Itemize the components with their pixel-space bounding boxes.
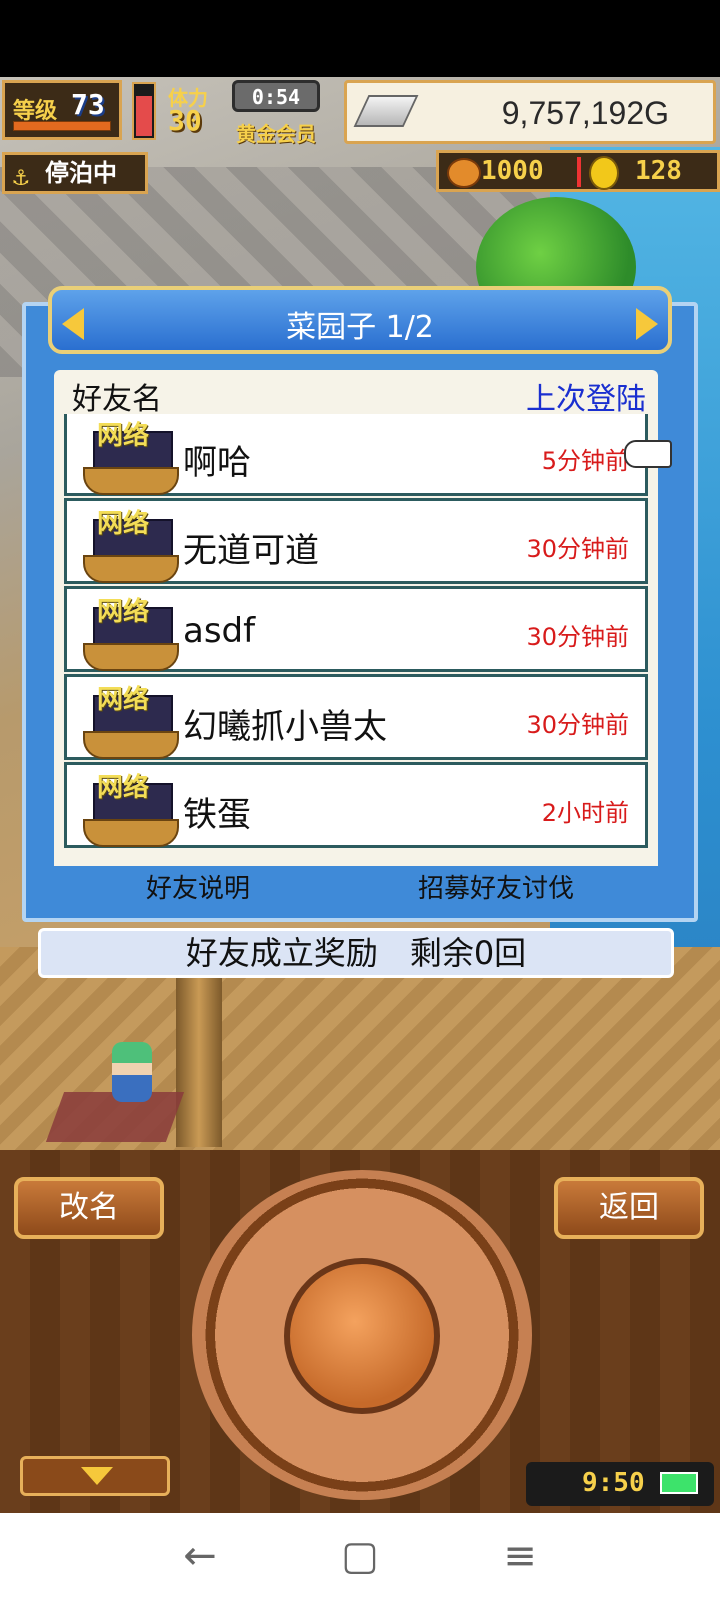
network-badge: 网络 [97, 509, 150, 539]
stamina-gauge-fill [136, 96, 152, 136]
exp-bar [13, 121, 111, 131]
ship-icon: 网络 [79, 415, 179, 495]
friend-name: 幻曦抓小兽太 [183, 707, 387, 747]
nav-menu-icon[interactable]: ≡ [490, 1531, 550, 1581]
friend-list-header: 好友名 上次登陆 [54, 370, 658, 417]
friend-row[interactable]: 网络 无道可道 30分钟前 [64, 498, 648, 584]
ship-mast [176, 957, 222, 1147]
dialog-title: 菜园子 1/2 [286, 310, 434, 345]
network-badge: 网络 [97, 773, 150, 803]
coin-icon [589, 156, 619, 190]
money-amount: 9,757,192G [501, 95, 669, 131]
friend-row[interactable]: 网络 铁蛋 2小时前 [64, 762, 648, 848]
wood-amount: 1000 [481, 156, 544, 186]
back-button[interactable]: 返回 [554, 1177, 704, 1239]
friend-last-login: 5分钟前 [541, 447, 629, 475]
friend-row[interactable]: 网络 啊哈 5分钟前 [64, 414, 648, 496]
friend-row[interactable]: 网络 asdf 30分钟前 [64, 586, 648, 672]
dpad-center-button[interactable] [284, 1258, 440, 1414]
ship-icon: 网络 [79, 591, 179, 671]
resources-box: 1000 128 [436, 150, 720, 192]
ship-icon: 网络 [79, 679, 179, 759]
level-box: 等级 73 [2, 80, 122, 140]
nav-home-icon[interactable]: ▢ [330, 1531, 390, 1581]
level-value: 73 [71, 88, 105, 121]
friend-name: 啊哈 [183, 443, 251, 483]
stamina-timer: 0:54 [232, 80, 320, 112]
rename-button[interactable]: 改名 [14, 1177, 164, 1239]
column-last-login: 上次登陆 [526, 382, 646, 417]
scroll-down-button[interactable] [20, 1456, 170, 1496]
friend-last-login: 30分钟前 [526, 623, 629, 651]
friend-name: 铁蛋 [183, 795, 251, 835]
friend-reward-bar: 好友成立奖励 剩余0回 [38, 928, 674, 978]
friend-name: asdf [183, 611, 256, 651]
recruit-friends-button[interactable]: 招募好友讨伐 [418, 868, 574, 905]
wood-icon [447, 158, 481, 188]
column-friend-name: 好友名 [72, 382, 162, 417]
resource-divider [577, 157, 581, 187]
battery-icon [660, 1472, 698, 1494]
stamina-value: 30 [168, 104, 202, 137]
money-box: 9,757,192G [344, 80, 716, 144]
network-badge: 网络 [97, 685, 150, 715]
friend-row[interactable]: 网络 幻曦抓小兽太 30分钟前 [64, 674, 648, 760]
network-badge: 网络 [97, 421, 150, 451]
system-nav-bar: ← ▢ ≡ [0, 1513, 720, 1600]
anchor-icon: ⚓ [13, 162, 29, 192]
ship-icon: 网络 [79, 503, 179, 583]
status-bar-top [0, 0, 720, 77]
coin-amount: 128 [635, 156, 682, 186]
ship-icon: 网络 [79, 767, 179, 847]
friend-name: 无道可道 [183, 531, 319, 571]
network-badge: 网络 [97, 597, 150, 627]
membership-label: 黄金会员 [236, 122, 316, 146]
silver-bar-icon [353, 95, 419, 127]
stamina-gauge [132, 82, 156, 140]
dialog-banner: 菜园子 1/2 [48, 286, 672, 354]
friend-last-login: 30分钟前 [526, 535, 629, 563]
pointer-hand-icon [624, 440, 672, 468]
friend-list: 网络 啊哈 5分钟前 网络 无道可道 30分钟前 网络 asdf 30分钟前 网… [54, 414, 658, 866]
friend-last-login: 2小时前 [541, 799, 629, 827]
dock-status-label: 停泊中 [45, 159, 117, 187]
dock-status: ⚓ 停泊中 [2, 152, 148, 194]
sailor-character [112, 1042, 152, 1102]
game-clock: 9:50 [526, 1462, 714, 1506]
friend-last-login: 30分钟前 [526, 711, 629, 739]
friend-explanation-button[interactable]: 好友说明 [146, 868, 250, 905]
down-arrow-icon [81, 1467, 113, 1485]
nav-back-icon[interactable]: ← [170, 1531, 230, 1581]
clock-time: 9:50 [582, 1468, 645, 1498]
next-page-arrow-icon[interactable] [636, 308, 658, 340]
